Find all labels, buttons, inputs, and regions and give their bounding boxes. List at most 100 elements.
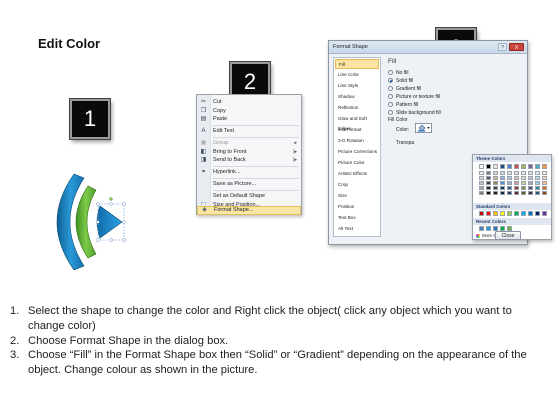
color-swatch[interactable] — [479, 211, 484, 216]
color-swatch[interactable] — [528, 176, 533, 180]
selection-handle[interactable] — [122, 202, 126, 206]
color-swatch[interactable] — [514, 164, 519, 169]
color-swatch[interactable] — [535, 191, 540, 195]
menu-item-set-default-shape[interactable]: Set as Default Shape — [197, 192, 301, 201]
color-swatch[interactable] — [507, 226, 512, 231]
selection-handle[interactable] — [109, 202, 113, 206]
category-reflection[interactable]: Reflection — [335, 103, 379, 113]
color-swatch[interactable] — [542, 191, 547, 195]
color-swatch[interactable] — [493, 211, 498, 216]
color-swatch[interactable] — [521, 191, 526, 195]
color-swatch[interactable] — [479, 226, 484, 231]
color-swatch[interactable] — [514, 191, 519, 195]
color-swatch[interactable] — [507, 176, 512, 180]
selection-handle[interactable] — [122, 220, 126, 224]
color-swatch[interactable] — [500, 176, 505, 180]
color-swatch[interactable] — [486, 176, 491, 180]
radio-button[interactable] — [388, 94, 393, 99]
radio-slide-background-fill[interactable]: Slide background fill — [388, 109, 441, 116]
color-swatch[interactable] — [528, 191, 533, 195]
color-swatch[interactable] — [493, 186, 498, 190]
menu-item-bring-to-front[interactable]: ◧ Bring to Front |▸ — [197, 148, 301, 157]
category-position[interactable]: Position — [335, 202, 379, 212]
color-swatch[interactable] — [542, 176, 547, 180]
color-swatch[interactable] — [528, 211, 533, 216]
color-swatch[interactable] — [521, 211, 526, 216]
color-swatch[interactable] — [507, 171, 512, 175]
color-swatch[interactable] — [521, 164, 526, 169]
color-swatch[interactable] — [528, 181, 533, 185]
category-3d-rotation[interactable]: 3-D Rotation — [335, 136, 379, 146]
color-swatch[interactable] — [535, 186, 540, 190]
color-swatch[interactable] — [500, 226, 505, 231]
color-swatch[interactable] — [479, 171, 484, 175]
color-swatch[interactable] — [507, 181, 512, 185]
color-swatch[interactable] — [542, 164, 547, 169]
menu-item-edit-text[interactable]: A Edit Text — [197, 127, 301, 136]
color-swatch[interactable] — [486, 181, 491, 185]
color-swatch[interactable] — [500, 164, 505, 169]
color-swatch[interactable] — [507, 164, 512, 169]
color-swatch[interactable] — [535, 176, 540, 180]
color-swatch[interactable] — [514, 186, 519, 190]
color-swatch[interactable] — [486, 164, 491, 169]
dialog-titlebar[interactable]: Format Shape ? X — [329, 41, 527, 54]
rotation-handle[interactable] — [109, 197, 113, 201]
help-button[interactable]: ? — [498, 43, 507, 51]
menu-item-paste[interactable]: ▤ Paste — [197, 115, 301, 124]
category-text-box[interactable]: Text Box — [335, 213, 379, 223]
dialog-close-button[interactable]: X — [509, 43, 524, 51]
category-size[interactable]: Size — [335, 191, 379, 201]
selection-handle[interactable] — [109, 238, 113, 242]
radio-button[interactable] — [388, 78, 393, 83]
selection-handle[interactable] — [96, 238, 100, 242]
radio-no-fill[interactable]: No fill — [388, 69, 409, 76]
color-swatch[interactable] — [486, 211, 491, 216]
category-crop[interactable]: Crop — [335, 180, 379, 190]
color-swatch[interactable] — [486, 191, 491, 195]
color-swatch[interactable] — [535, 181, 540, 185]
color-swatch[interactable] — [528, 171, 533, 175]
selection-handle[interactable] — [122, 238, 126, 242]
menu-item-format-shape[interactable]: ◈ Format Shape... — [197, 206, 301, 215]
radio-solid-fill[interactable]: Solid fill — [388, 77, 413, 84]
color-swatch[interactable] — [542, 181, 547, 185]
color-swatch[interactable] — [493, 164, 498, 169]
color-swatch[interactable] — [521, 186, 526, 190]
color-swatch[interactable] — [535, 164, 540, 169]
color-picker-button[interactable] — [415, 123, 432, 133]
color-swatch[interactable] — [535, 211, 540, 216]
radio-picture-texture-fill[interactable]: Picture or texture fill — [388, 93, 440, 100]
color-swatch[interactable] — [479, 176, 484, 180]
menu-item-hyperlink[interactable]: ⚭ Hyperlink... — [197, 168, 301, 177]
color-swatch[interactable] — [500, 211, 505, 216]
color-swatch[interactable] — [521, 181, 526, 185]
color-swatch[interactable] — [479, 181, 484, 185]
color-swatch[interactable] — [528, 164, 533, 169]
color-swatch[interactable] — [479, 164, 484, 169]
menu-item-cut[interactable]: ✂ Cut — [197, 98, 301, 107]
category-picture-corrections[interactable]: Picture Corrections — [335, 147, 379, 157]
color-swatch[interactable] — [479, 186, 484, 190]
color-swatch[interactable] — [507, 211, 512, 216]
color-swatch[interactable] — [514, 211, 519, 216]
menu-item-save-as-picture[interactable]: Save as Picture... — [197, 180, 301, 189]
color-swatch[interactable] — [507, 186, 512, 190]
category-artistic-effects[interactable]: Artistic Effects — [335, 169, 379, 179]
selected-arc-shape[interactable] — [38, 170, 128, 275]
color-swatch[interactable] — [542, 211, 547, 216]
color-swatch[interactable] — [500, 181, 505, 185]
color-swatch[interactable] — [514, 171, 519, 175]
category-alt-text[interactable]: Alt Text — [335, 224, 379, 234]
color-swatch[interactable] — [486, 186, 491, 190]
color-swatch[interactable] — [479, 191, 484, 195]
color-swatch[interactable] — [500, 171, 505, 175]
color-swatch[interactable] — [542, 186, 547, 190]
menu-item-send-to-back[interactable]: ◨ Send to Back |▸ — [197, 156, 301, 165]
color-swatch[interactable] — [542, 171, 547, 175]
color-swatch[interactable] — [493, 226, 498, 231]
color-swatch[interactable] — [521, 171, 526, 175]
radio-button[interactable] — [388, 102, 393, 107]
close-button[interactable]: Close — [495, 231, 521, 240]
category-shadow[interactable]: Shadow — [335, 92, 379, 102]
